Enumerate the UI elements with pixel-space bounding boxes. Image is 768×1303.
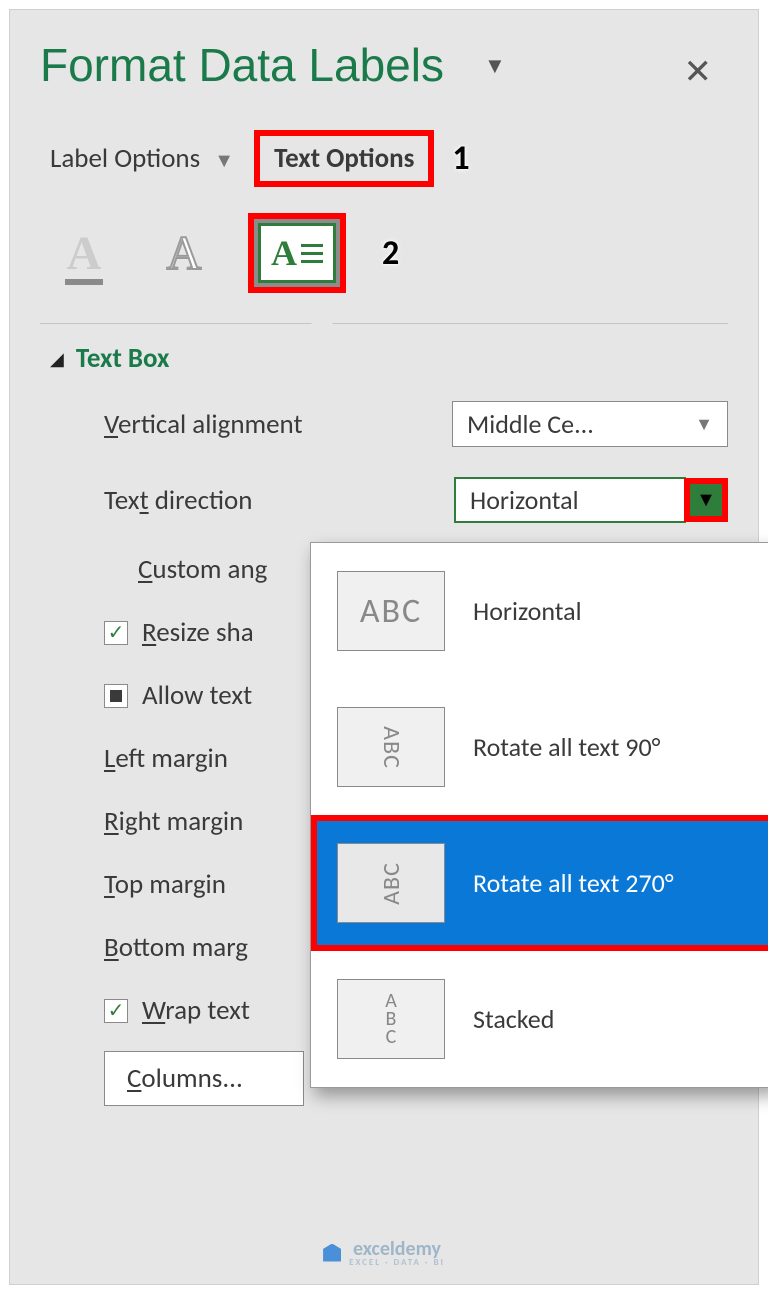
- collapse-icon: ◢: [50, 348, 64, 370]
- tab-label-options[interactable]: Label Options ▼: [40, 136, 244, 181]
- top-margin-label: Top margin: [104, 868, 226, 901]
- section-divider: [40, 323, 728, 324]
- tab-row: Label Options ▼ Text Options 1: [40, 130, 728, 187]
- text-direction-dropdown-button[interactable]: ▼: [684, 478, 728, 522]
- section-header[interactable]: ◢ Text Box: [40, 342, 728, 375]
- vertical-alignment-select[interactable]: Middle Ce... ▼: [452, 401, 728, 447]
- text-fill-outline-icon[interactable]: A: [48, 223, 120, 283]
- text-effects-icon[interactable]: A: [148, 223, 220, 283]
- dropdown-option-stacked[interactable]: ABC Stacked: [311, 951, 768, 1087]
- tab-text-options[interactable]: Text Options: [254, 130, 434, 187]
- allow-text-checkbox[interactable]: [104, 684, 128, 708]
- tab-label-options-text: Label Options: [50, 142, 200, 175]
- columns-button[interactable]: Columns...: [104, 1051, 304, 1106]
- left-margin-label: Left margin: [104, 742, 228, 775]
- text-direction-row: Text direction Horizontal ▼: [104, 477, 728, 523]
- right-margin-label: Right margin: [104, 805, 243, 838]
- watermark: exceldemy EXCEL · DATA · BI: [10, 1237, 758, 1268]
- text-option-icons-row: A A A 2: [40, 213, 728, 293]
- close-icon[interactable]: ✕: [684, 52, 713, 93]
- panel-title: Format Data Labels: [40, 38, 444, 92]
- vertical-alignment-row: Vertical alignment Middle Ce... ▼: [104, 401, 728, 447]
- vertical-alignment-value: Middle Ce...: [467, 408, 594, 440]
- chevron-down-icon: ▼: [214, 149, 234, 173]
- text-lines-icon: [301, 244, 323, 263]
- wrap-text-checkbox[interactable]: ✓: [104, 999, 128, 1023]
- textbox-icon-selected[interactable]: A: [248, 213, 346, 293]
- dropdown-option-label: Horizontal: [473, 595, 582, 627]
- letter-a-underline-icon: A: [67, 226, 102, 281]
- bottom-margin-label: Bottom marg: [104, 931, 248, 964]
- text-direction-value: Horizontal: [470, 484, 579, 516]
- tab-text-options-text: Text Options: [274, 142, 414, 175]
- letter-a-icon: A: [271, 232, 297, 274]
- section-title: Text Box: [76, 342, 170, 375]
- rotate-270-preview-icon: ABC: [337, 843, 445, 923]
- text-direction-dropdown-popup: ABC Horizontal ABC Rotate all text 90° 3…: [310, 542, 768, 1088]
- rotate-90-preview-icon: ABC: [337, 707, 445, 787]
- text-direction-select[interactable]: Horizontal: [454, 477, 686, 523]
- letter-a-outline-icon: A: [167, 226, 202, 281]
- format-data-labels-panel: Format Data Labels ▼ ✕ Label Options ▼ T…: [9, 9, 759, 1285]
- resize-shape-checkbox[interactable]: ✓: [104, 621, 128, 645]
- panel-title-dropdown-icon[interactable]: ▼: [484, 52, 506, 79]
- wrap-text-label: Wrap text: [142, 994, 250, 1027]
- watermark-tagline: EXCEL · DATA · BI: [349, 1257, 445, 1268]
- dropdown-option-rotate-270[interactable]: ABC Rotate all text 270°: [311, 815, 768, 951]
- horizontal-preview-icon: ABC: [337, 571, 445, 651]
- dropdown-option-label: Stacked: [473, 1003, 554, 1035]
- vertical-alignment-label: Vertical alignment: [104, 408, 303, 441]
- text-direction-label: Text direction: [104, 484, 252, 517]
- resize-shape-label: Resize sha: [142, 616, 254, 649]
- dropdown-option-horizontal[interactable]: ABC Horizontal: [311, 543, 768, 679]
- dropdown-option-label: Rotate all text 270°: [473, 867, 674, 899]
- panel-title-row: Format Data Labels ▼: [40, 38, 728, 92]
- step-badge-1: 1: [452, 138, 469, 179]
- chevron-down-icon: ▼: [695, 413, 713, 435]
- allow-text-label: Allow text: [142, 679, 252, 712]
- dropdown-option-rotate-90[interactable]: ABC Rotate all text 90°: [311, 679, 768, 815]
- dropdown-option-label: Rotate all text 90°: [473, 731, 660, 763]
- cube-icon: [323, 1244, 341, 1262]
- custom-angle-label: Custom ang: [138, 553, 267, 586]
- step-badge-2: 2: [382, 233, 399, 274]
- textbox-icon: A: [258, 223, 336, 283]
- stacked-preview-icon: ABC: [337, 979, 445, 1059]
